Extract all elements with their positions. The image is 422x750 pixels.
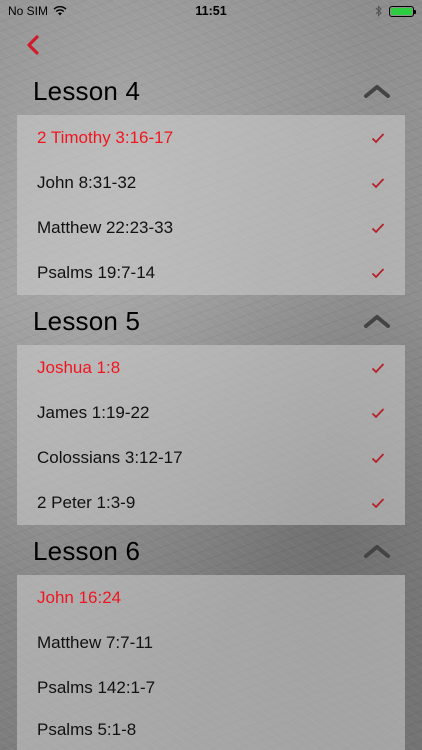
chevron-up-icon[interactable] [364, 314, 390, 328]
chevron-up-icon[interactable] [364, 84, 390, 98]
lesson-header-6[interactable]: Lesson 6 [0, 528, 422, 574]
list-item[interactable]: Psalms 142:1-7 [17, 665, 405, 710]
list-item[interactable]: John 16:24 [17, 575, 405, 620]
checkmark-icon [371, 132, 385, 143]
lesson-title: Lesson 4 [33, 75, 141, 106]
item-label: Matthew 7:7-11 [37, 632, 153, 652]
lesson-list-6: John 16:24 Matthew 7:7-11 Psalms 142:1-7… [17, 575, 405, 750]
item-label: James 1:19-22 [37, 402, 150, 422]
list-item[interactable]: Psalms 5:1-8 [17, 710, 405, 750]
item-label: Joshua 1:8 [37, 357, 121, 377]
item-label: John 8:31-32 [37, 172, 137, 192]
status-right [375, 5, 416, 17]
list-item[interactable]: Joshua 1:8 [17, 345, 405, 390]
item-label: 2 Timothy 3:16-17 [37, 127, 174, 147]
status-left: No SIM [8, 4, 67, 18]
chevron-left-icon [27, 35, 39, 55]
item-label: Psalms 5:1-8 [37, 720, 137, 739]
checkmark-icon [371, 452, 385, 463]
checkmark-icon [371, 177, 385, 188]
checkmark-icon [371, 407, 385, 418]
lesson-title: Lesson 5 [33, 305, 141, 336]
checkmark-icon [371, 267, 385, 278]
list-item[interactable]: Colossians 3:12-17 [17, 435, 405, 480]
status-bar: No SIM 11:51 [0, 0, 422, 22]
checkmark-icon [371, 362, 385, 373]
list-item[interactable]: 2 Timothy 3:16-17 [17, 115, 405, 160]
checkmark-icon [371, 497, 385, 508]
list-item[interactable]: Matthew 7:7-11 [17, 620, 405, 665]
list-item[interactable]: Psalms 19:7-14 [17, 250, 405, 295]
lesson-header-5[interactable]: Lesson 5 [0, 298, 422, 344]
item-label: John 16:24 [37, 587, 122, 607]
lesson-title: Lesson 6 [33, 535, 141, 566]
lesson-header-4[interactable]: Lesson 4 [0, 68, 422, 114]
wifi-icon [53, 6, 67, 16]
item-label: Psalms 142:1-7 [37, 677, 156, 697]
carrier-label: No SIM [8, 4, 49, 18]
battery-icon [389, 5, 416, 17]
lesson-list-4: 2 Timothy 3:16-17 John 8:31-32 Matthew 2… [17, 115, 405, 295]
lesson-list-5: Joshua 1:8 James 1:19-22 Colossians 3:12… [17, 345, 405, 525]
list-item[interactable]: James 1:19-22 [17, 390, 405, 435]
item-label: Colossians 3:12-17 [37, 447, 183, 467]
bluetooth-icon [375, 5, 382, 17]
chevron-up-icon[interactable] [364, 544, 390, 558]
item-label: 2 Peter 1:3-9 [37, 492, 136, 512]
checkmark-icon [371, 222, 385, 233]
item-label: Psalms 19:7-14 [37, 262, 156, 282]
list-item[interactable]: Matthew 22:23-33 [17, 205, 405, 250]
item-label: Matthew 22:23-33 [37, 217, 174, 237]
status-time: 11:51 [195, 4, 227, 18]
back-button[interactable] [18, 30, 48, 60]
battery-fill [391, 7, 412, 15]
list-item[interactable]: 2 Peter 1:3-9 [17, 480, 405, 525]
list-item[interactable]: John 8:31-32 [17, 160, 405, 205]
